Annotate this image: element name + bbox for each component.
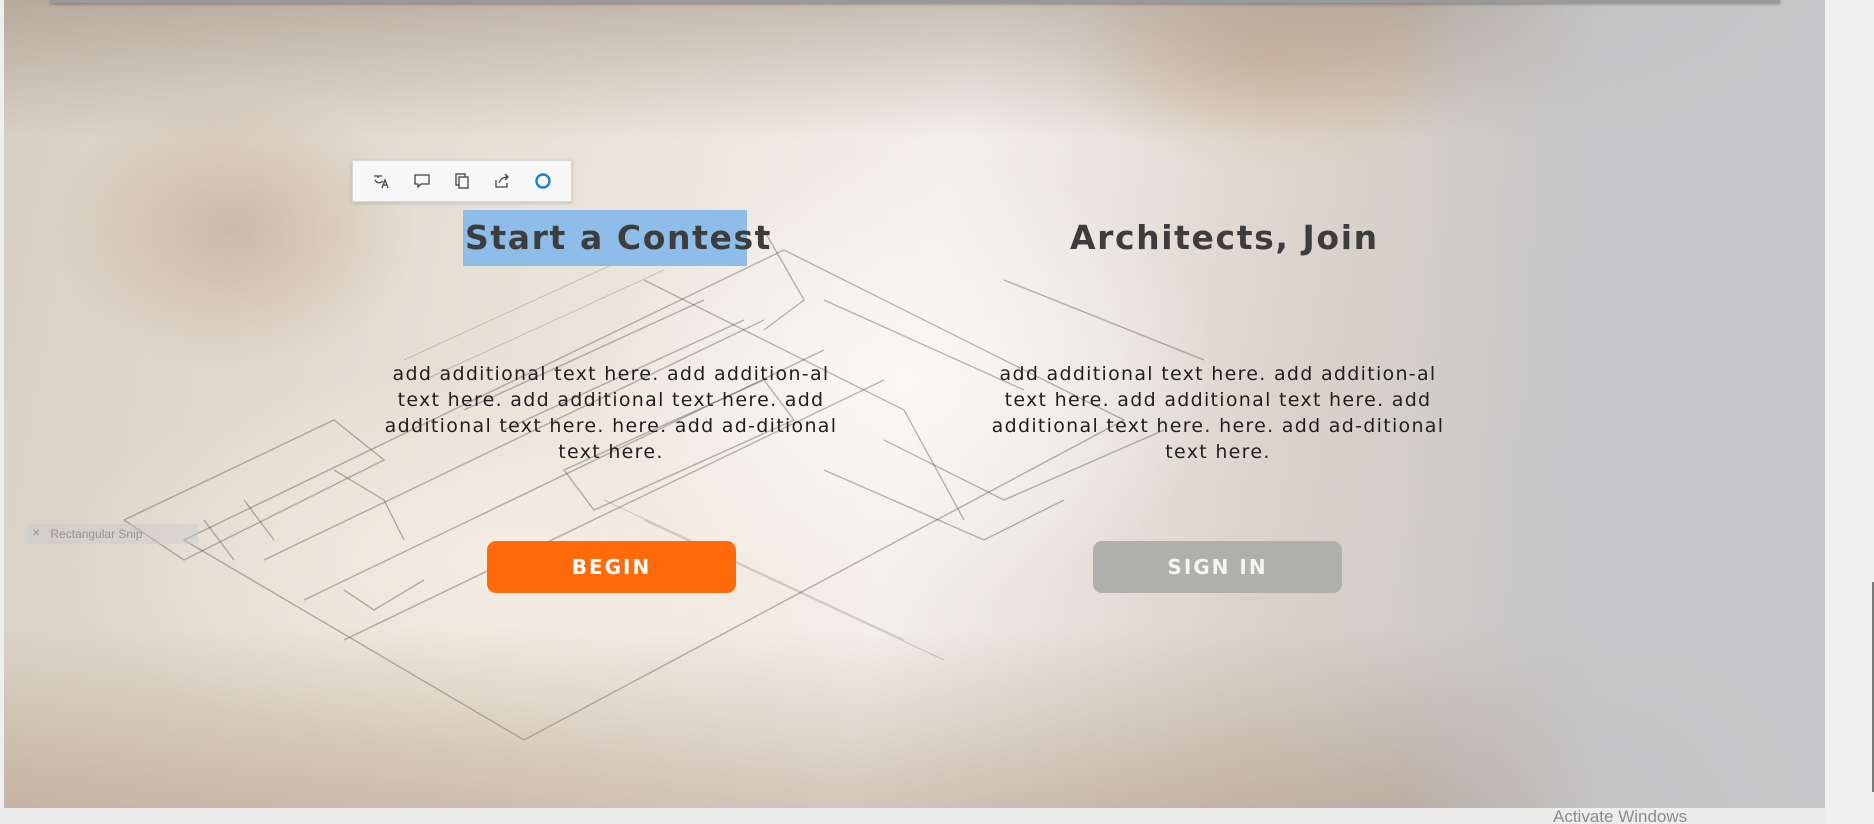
hero-background [4,0,1825,808]
architects-description: add additional text here. add addition-a… [991,363,1445,463]
start-contest-heading[interactable]: Start a Contest [463,210,770,266]
right-fade-overlay [1405,0,1825,808]
share-icon[interactable] [487,166,517,196]
comment-icon[interactable] [407,166,437,196]
begin-button[interactable]: BEGIN [487,541,736,593]
bottom-strip [0,808,1825,824]
header-bar-edge [50,0,1780,3]
snip-label: Rectangular Snip [50,527,143,541]
vertical-scrollbar[interactable] [1825,0,1874,824]
sign-in-button[interactable]: SIGN IN [1093,541,1342,593]
snip-tooltip: ✕ Rectangular Snip [28,524,198,544]
close-icon: ✕ [32,528,41,539]
floating-toolbar [352,160,572,202]
translate-icon[interactable] [366,166,396,196]
copy-icon[interactable] [447,166,477,196]
architects-join-heading: Architects, Join [1070,218,1379,257]
activate-windows-watermark: Activate Windows [1553,807,1688,824]
circle-icon[interactable] [528,166,558,196]
contest-description: add additional text here. add addition-a… [384,363,838,463]
